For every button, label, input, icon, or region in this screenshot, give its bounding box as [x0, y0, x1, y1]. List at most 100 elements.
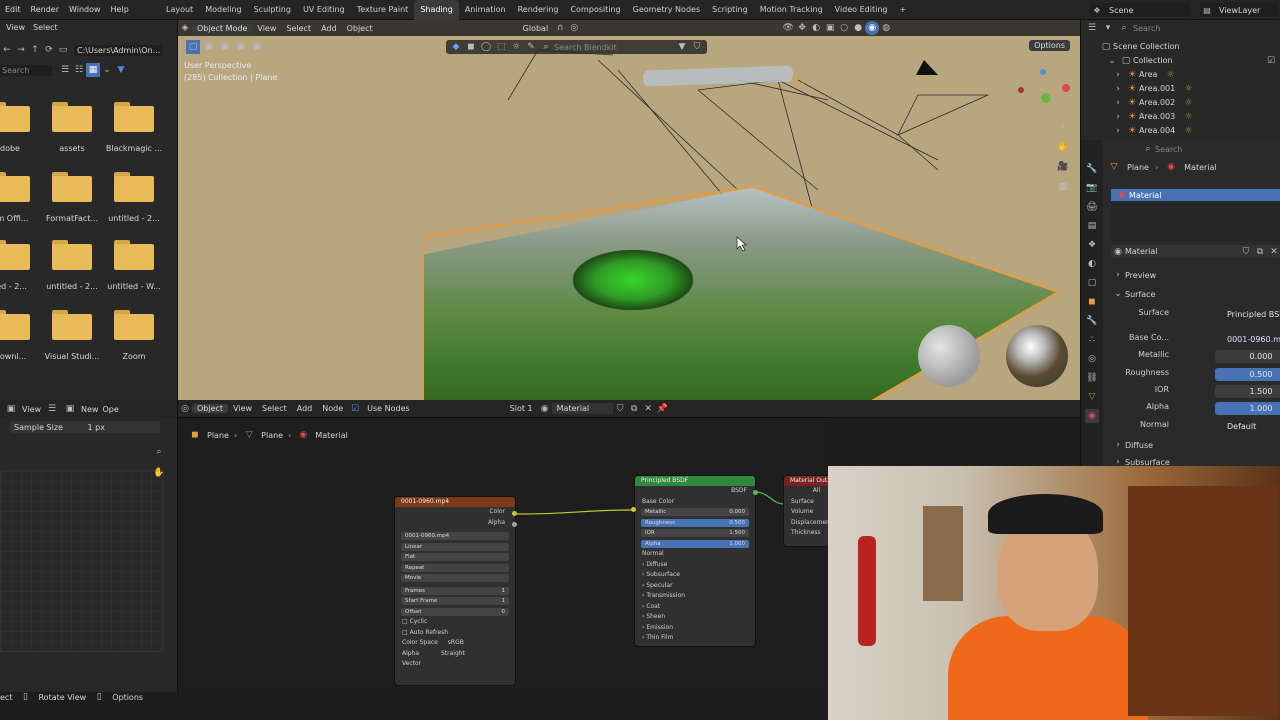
zoom-icon[interactable]: ⌕ — [152, 445, 166, 459]
material-tab-icon[interactable]: ◉ — [1085, 409, 1099, 423]
parent-dir-icon[interactable]: ↑ — [28, 43, 42, 57]
menu-render[interactable]: Render — [26, 0, 64, 20]
particles-tab-icon[interactable]: ∴ — [1085, 333, 1099, 347]
zoom-icon[interactable]: ⌕ — [1056, 120, 1070, 134]
bsdf-panel[interactable]: › Diffuse — [635, 560, 755, 571]
bsdf-panel[interactable]: › Thin Film — [635, 633, 755, 644]
world-tab-icon[interactable]: ◐ — [1085, 257, 1099, 271]
browse-material-icon[interactable]: ◉ — [1111, 245, 1125, 259]
nav-gizmo[interactable] — [1018, 69, 1070, 103]
metallic-field[interactable]: 0.000 — [1215, 350, 1280, 363]
physics-tab-icon[interactable]: ◎ — [1085, 352, 1099, 366]
tab-texture-paint[interactable]: Texture Paint — [351, 0, 415, 20]
tab-rendering[interactable]: Rendering — [512, 0, 565, 20]
image-canvas[interactable] — [0, 470, 164, 652]
tab-modeling[interactable]: Modeling — [199, 0, 247, 20]
output-tab-icon[interactable]: 🖨 — [1085, 200, 1099, 214]
camera-view-icon[interactable]: 🎥 — [1056, 160, 1070, 174]
folder-icon[interactable] — [0, 172, 30, 202]
material-datablock[interactable]: ◉ Material ⛉ ⧉ ✕ — [1111, 245, 1280, 258]
outliner-search[interactable]: Search — [1133, 24, 1223, 33]
expand-icon[interactable]: ⌄ — [1105, 54, 1119, 68]
pan-hand-icon[interactable]: ✋ — [152, 466, 166, 480]
forward-icon[interactable]: → — [14, 43, 28, 57]
folder-label[interactable]: FormatFact... — [42, 214, 102, 223]
pan-hand-icon[interactable]: ✋ — [1056, 140, 1070, 154]
outliner-item[interactable]: › ☀ Area ☼ — [1099, 68, 1280, 82]
use-nodes-checkbox-icon[interactable]: ☑ — [348, 402, 362, 416]
color-socket[interactable] — [512, 511, 517, 516]
bsdf-panel[interactable]: › Emission — [635, 623, 755, 634]
base-color-link[interactable]: 0001-0960.mp4 — [1215, 333, 1280, 346]
menu-icon[interactable]: ☰ — [45, 402, 59, 416]
folder-icon[interactable] — [52, 172, 92, 202]
cyclic-checkbox[interactable]: □ Cyclic — [395, 617, 515, 628]
ortho-grid-icon[interactable]: ▦ — [1056, 180, 1070, 194]
folder-icon[interactable] — [0, 310, 30, 340]
image-browse-icon[interactable]: ▣ — [63, 402, 77, 416]
folder-icon[interactable] — [52, 102, 92, 132]
node-editor-type-icon[interactable]: ◎ — [178, 402, 192, 416]
fake-user-icon[interactable]: ⛉ — [1239, 245, 1253, 259]
folder-label[interactable]: Downl... — [0, 352, 40, 361]
menu-help[interactable]: Help — [106, 0, 134, 20]
tab-geometry-nodes[interactable]: Geometry Nodes — [627, 0, 706, 20]
slot-dropdown[interactable]: Slot 1 — [505, 404, 538, 413]
fake-user-icon[interactable]: ⛉ — [613, 402, 627, 416]
expand-icon[interactable]: › — [1111, 68, 1125, 82]
add-workspace-button[interactable]: + — [893, 0, 912, 20]
unlink-icon[interactable]: ✕ — [641, 402, 655, 416]
bsdf-alpha-field[interactable]: Alpha 1.000 — [641, 539, 749, 548]
scene-selector[interactable]: ❖ Scene — [1090, 3, 1190, 17]
collection-tab-icon[interactable]: ▢ — [1085, 276, 1099, 290]
thumb-view-icon[interactable]: ▦ — [86, 63, 100, 77]
node-editor-canvas[interactable]: ◼ Plane › ▽ Plane › ◉ Material 0001-0960.mp… — [178, 418, 843, 692]
folder-label[interactable]: Visual Studi... — [42, 352, 102, 361]
ne-menu-node[interactable]: Node — [317, 404, 348, 413]
back-icon[interactable]: ← — [0, 43, 14, 57]
expand-icon[interactable]: › — [1111, 82, 1125, 96]
colorspace-row[interactable]: Color Space sRGB — [395, 638, 515, 649]
ie-view-menu[interactable]: View — [22, 405, 41, 414]
expand-icon[interactable]: › — [1111, 124, 1125, 138]
image-editor-type-icon[interactable]: ▣ — [4, 402, 18, 416]
outliner-item[interactable]: › ☀ Area.001 ☼ — [1099, 82, 1280, 96]
duplicate-icon[interactable]: ⧉ — [1253, 245, 1267, 259]
folder-label[interactable]: ted - 2... — [0, 282, 40, 291]
bsdf-socket[interactable] — [753, 490, 758, 495]
folder-label[interactable]: Zoom — [104, 352, 164, 361]
outliner-type-icon[interactable]: ☰ — [1085, 21, 1099, 35]
folder-label[interactable]: assets — [42, 144, 102, 153]
filter-icon[interactable]: ▼ — [114, 63, 128, 77]
duplicate-icon[interactable]: ⧉ — [627, 402, 641, 416]
frames-field[interactable]: Frames 1 — [401, 586, 509, 595]
list-view-icon[interactable]: ☰ — [58, 63, 72, 77]
bsdf-panel[interactable]: › Specular — [635, 581, 755, 592]
tab-scripting[interactable]: Scripting — [706, 0, 754, 20]
outliner-item[interactable]: › ☀ Area.002 ☼ — [1099, 96, 1280, 110]
folder-label[interactable]: untitled - W... — [104, 282, 164, 291]
folder-label[interactable]: untitled - 2... — [42, 282, 102, 291]
new-folder-icon[interactable]: ▭ — [56, 43, 70, 57]
material-slot-list[interactable] — [1111, 202, 1280, 242]
outliner-item[interactable]: › ☀ Area.003 ☼ — [1099, 110, 1280, 124]
tab-layout[interactable]: Layout — [160, 0, 199, 20]
fb-select-menu[interactable]: Select — [33, 23, 58, 32]
folder-label[interactable]: om Offi... — [0, 214, 40, 223]
render-tab-icon[interactable]: 📷 — [1085, 181, 1099, 195]
folder-icon[interactable] — [0, 102, 30, 132]
outliner-item[interactable]: › ☀ Area.004 ☼ — [1099, 124, 1280, 138]
3d-viewport[interactable]: ◈ Object Mode View Select Add Object Glo… — [178, 20, 1080, 400]
surface-panel[interactable]: ⌄ Surface — [1111, 287, 1155, 301]
bsdf-metallic-field[interactable]: Metallic 0.000 — [641, 508, 749, 516]
constraints-tab-icon[interactable]: ⛓ — [1085, 371, 1099, 385]
extension-dropdown[interactable]: Repeat — [401, 563, 509, 572]
fb-path[interactable]: C:\Users\Admin\On... — [74, 44, 164, 56]
offset-field[interactable]: Offset 0 — [401, 607, 509, 616]
unlink-icon[interactable]: ✕ — [1267, 245, 1280, 259]
outliner-filter-icon[interactable]: ▾ — [1101, 21, 1115, 35]
expand-icon[interactable]: › — [1111, 96, 1125, 110]
folder-icon[interactable] — [0, 240, 30, 270]
bsdf-roughness-field[interactable]: Roughness 0.500 — [641, 518, 749, 527]
bsdf-panel[interactable]: › Coat — [635, 602, 755, 613]
